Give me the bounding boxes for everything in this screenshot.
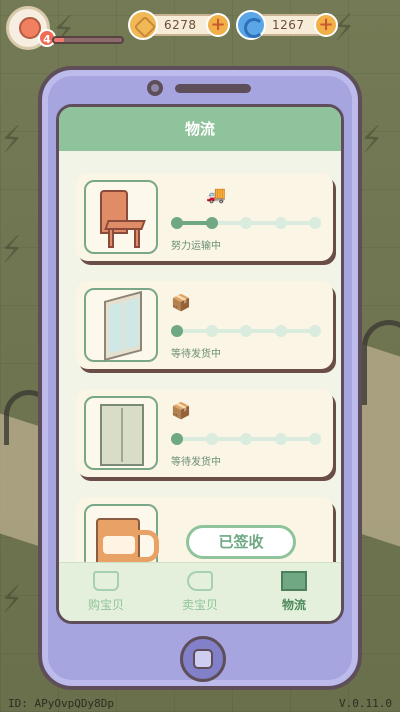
bolt-decoration-icon: ⚡ <box>48 8 80 52</box>
progress-step-dot <box>274 433 287 445</box>
progress-step-dot <box>171 433 183 445</box>
package-icon: 📦 <box>171 293 191 312</box>
truck-icon: 🚚 <box>206 185 226 204</box>
progress-step-dot <box>309 433 321 445</box>
phone-device: 物流 🚚 努力运输中 📦 等待发货中 📦 等待发货中 已签收 购宝贝 卖宝贝 物… <box>38 66 362 690</box>
item-thumbnail-chair <box>84 180 158 254</box>
chair-leg <box>108 228 114 248</box>
mug-label <box>103 536 135 554</box>
progress-step-dot <box>274 325 287 337</box>
garden-arch <box>362 320 400 405</box>
cabinet-icon <box>100 404 144 466</box>
phone-home-button[interactable] <box>180 636 226 682</box>
xp-bar <box>52 36 124 44</box>
bottom-nav: 购宝贝 卖宝贝 物流 <box>59 562 341 621</box>
progress-step-dot <box>205 433 218 445</box>
order-card-window[interactable]: 📦 等待发货中 <box>76 281 333 369</box>
version-label: V.0.11.0 <box>339 697 392 710</box>
order-status: 努力运输中 <box>171 241 221 252</box>
order-card-cabinet[interactable]: 📦 等待发货中 <box>76 389 333 477</box>
logistics-screen: 物流 🚚 努力运输中 📦 等待发货中 📦 等待发货中 已签收 购宝贝 卖宝贝 物… <box>56 104 344 624</box>
tab-label: 卖宝贝 <box>181 598 218 612</box>
progress-step-dot <box>205 217 218 229</box>
chair-leg <box>134 228 140 248</box>
shopping-bag-icon <box>93 571 119 591</box>
bolt-decoration-icon: ⚡ <box>0 578 28 622</box>
progress-step-dot <box>240 325 252 337</box>
bolt-decoration-icon: ⚡ <box>0 228 28 272</box>
item-thumbnail-cabinet <box>84 396 158 470</box>
order-status: 等待发货中 <box>171 457 221 468</box>
shell-counter: 1267 + <box>236 10 338 40</box>
player-id: ID: APyOvpQDy8Dp <box>8 697 114 710</box>
window-pane <box>125 297 139 350</box>
phone-camera <box>147 80 163 96</box>
window-pane <box>109 302 123 354</box>
progress-step-dot <box>171 325 183 337</box>
progress-step-dot <box>205 325 218 337</box>
progress-step-dot <box>309 325 321 337</box>
window-icon <box>104 290 142 362</box>
order-card-chair[interactable]: 🚚 努力运输中 <box>76 173 333 261</box>
order-status: 等待发货中 <box>171 349 221 360</box>
phone-speaker <box>175 84 251 93</box>
progress-track <box>171 433 321 445</box>
bolt-decoration-icon: ⚡ <box>0 118 28 162</box>
tab-logistics[interactable]: 物流 <box>247 563 341 621</box>
tab-buy[interactable]: 购宝贝 <box>59 563 153 621</box>
tab-sell[interactable]: 卖宝贝 <box>153 563 247 621</box>
xp-bar-fill <box>54 38 65 42</box>
progress-track <box>171 217 321 229</box>
mug-handle <box>138 530 159 562</box>
shell-value: 1267 <box>272 18 305 32</box>
coin-icon <box>128 10 158 40</box>
item-thumbnail-window <box>84 288 158 362</box>
progress-step-dot <box>171 217 183 229</box>
add-shells-button[interactable]: + <box>314 13 338 37</box>
tab-label: 物流 <box>281 598 306 612</box>
coin-counter: 6278 + <box>128 10 230 40</box>
progress-track <box>171 325 321 337</box>
progress-step-dot <box>240 217 252 229</box>
price-tag-icon <box>187 571 213 591</box>
box-icon <box>281 571 307 591</box>
package-icon: 📦 <box>171 401 191 420</box>
tab-label: 购宝贝 <box>87 598 124 612</box>
page-title: 物流 <box>59 107 341 151</box>
shell-icon <box>236 10 266 40</box>
coin-value: 6278 <box>164 18 197 32</box>
add-coins-button[interactable]: + <box>206 13 230 37</box>
progress-step-dot <box>274 217 287 229</box>
progress-step-dot <box>309 217 321 229</box>
progress-step-dot <box>240 433 252 445</box>
signed-button[interactable]: 已签收 <box>186 525 296 559</box>
